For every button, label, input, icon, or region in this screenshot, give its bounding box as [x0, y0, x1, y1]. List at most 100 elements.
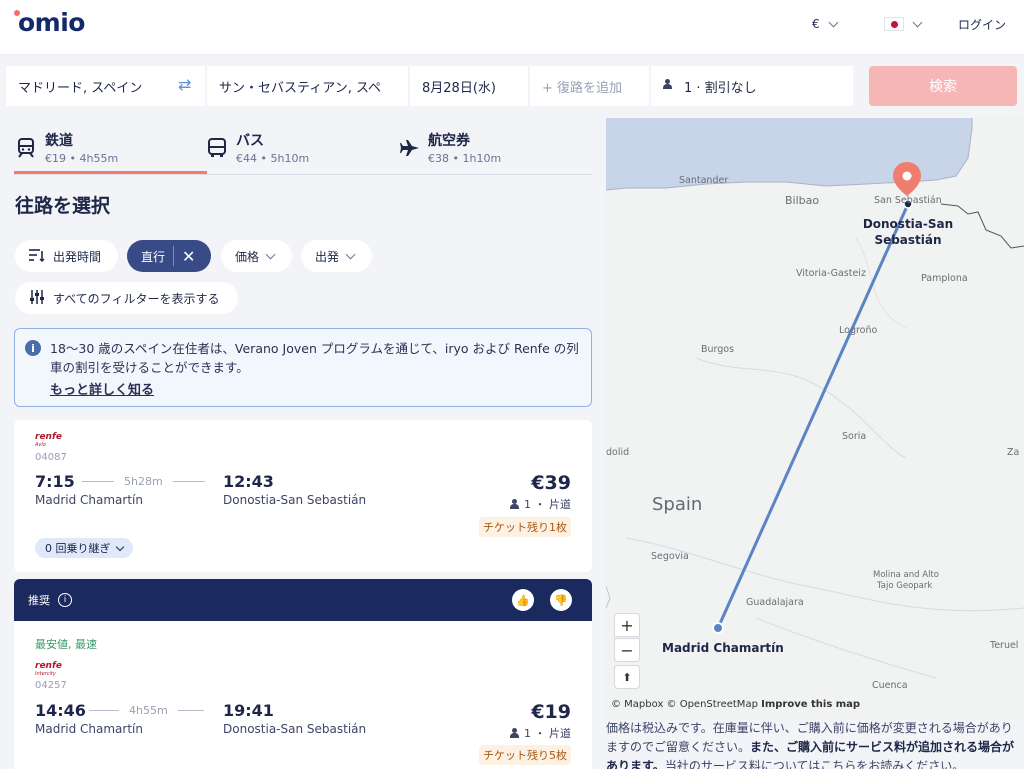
stops-toggle[interactable]: 0 回乗り継ぎ	[35, 538, 133, 558]
tab-flight[interactable]: 航空券 €38 • 1h10m	[400, 118, 580, 174]
arrival-station: Donostia-San Sebastián	[223, 493, 367, 507]
map-label: San Sebastián	[874, 195, 942, 206]
price-filter-chip[interactable]: 価格	[221, 240, 292, 272]
tab-bus[interactable]: バス €44 • 5h10m	[208, 118, 388, 174]
tab-train-label: 鉄道	[45, 133, 73, 149]
info-icon: i	[25, 340, 41, 356]
chevron-down-icon	[828, 17, 839, 27]
brand-name: renfe	[35, 661, 62, 671]
swap-icon[interactable]: ⇄	[178, 75, 191, 94]
tab-divider	[14, 174, 592, 175]
map-label: dolid	[606, 447, 630, 458]
thumbs-down-icon[interactable]: 👎	[550, 589, 572, 611]
person-icon	[510, 728, 519, 738]
map-label: Cuenca	[872, 680, 908, 691]
recommended-label: 推奨 i	[28, 592, 72, 608]
map-label: Teruel	[990, 640, 1019, 651]
map-label: Guadalajara	[746, 597, 804, 608]
duration-line	[177, 710, 204, 711]
map-label: Za	[1007, 447, 1020, 458]
map-label: Pamplona	[921, 273, 968, 284]
search-button[interactable]: 検索	[869, 66, 1017, 106]
filter-sliders-icon	[29, 289, 45, 307]
login-link[interactable]: ログイン	[958, 14, 1006, 34]
arrival-time: 19:41	[223, 701, 274, 720]
train-number: 04257	[35, 680, 67, 691]
departure-filter-label: 出発	[315, 249, 340, 264]
airplane-icon	[400, 139, 420, 159]
departure-time: 7:15	[35, 472, 75, 491]
destination-label: Donostia-San Sebastián	[862, 216, 954, 248]
search-bar: マドリード, スペイン サン・セバスティアン, スペ 8月28日(水) + 復路…	[0, 55, 1024, 117]
learn-more-link[interactable]: もっと詳しく知る	[50, 379, 154, 398]
renfe-logo: renfe Avlo	[35, 432, 62, 448]
route-map[interactable]: Santander Bilbao San Sebastián Donostia-…	[606, 118, 1024, 719]
brand-sub: Avlo	[35, 442, 46, 448]
info-icon[interactable]: i	[58, 593, 72, 607]
duration-label: 4h55m	[129, 704, 168, 717]
japan-flag-icon	[884, 17, 904, 31]
arrival-station: Donostia-San Sebastián	[223, 722, 367, 736]
sort-icon	[29, 248, 45, 265]
info-text: 18〜30 歳のスペイン在住者は、Verano Joven プログラムを通じて、…	[50, 341, 579, 375]
thumbs-up-icon[interactable]: 👍	[512, 589, 534, 611]
chip-separator	[173, 246, 175, 266]
language-selector[interactable]	[884, 14, 923, 34]
tab-flight-label: 航空券	[428, 133, 470, 149]
direct-filter-chip[interactable]: 直行 ✕	[127, 240, 211, 272]
passengers-label: 1 · 割引なし	[684, 80, 757, 96]
currency-label: €	[812, 17, 820, 31]
zoom-in-button[interactable]: +	[614, 613, 640, 637]
destination-line2: Sebastián	[874, 233, 942, 247]
duration-line	[89, 710, 119, 711]
map-label: Soria	[842, 431, 867, 442]
map-label: Burgos	[701, 344, 735, 355]
result-card[interactable]: renfe Avlo 04087 7:15 5h28m 12:43 Madrid…	[14, 420, 592, 572]
compass-icon[interactable]: ⬆	[614, 665, 640, 689]
chevron-down-icon	[345, 249, 356, 259]
price: €19	[531, 701, 571, 723]
price: €39	[531, 472, 571, 494]
departure-time: 14:46	[35, 701, 86, 720]
chevron-down-icon	[265, 249, 276, 259]
departure-time-label: 出発時間	[53, 249, 102, 264]
cheapest-fastest-tag: 最安値, 最速	[35, 638, 97, 651]
all-filters-chip[interactable]: すべてのフィルターを表示する	[15, 282, 238, 314]
zoom-out-button[interactable]: −	[614, 638, 640, 662]
chevron-down-icon	[115, 542, 124, 551]
map-label: Logroño	[839, 325, 878, 336]
brand-name: renfe	[35, 432, 62, 442]
date-field[interactable]: 8月28日(水)	[410, 66, 528, 106]
destination-field[interactable]: サン・セバスティアン, スペ	[207, 66, 408, 106]
brand-sub: Intercity	[35, 671, 56, 677]
duration: 4h55m	[89, 704, 204, 717]
duration-line	[172, 481, 205, 482]
departure-time-sort-chip[interactable]: 出発時間	[15, 240, 118, 272]
departure-station: Madrid Chamartín	[35, 493, 143, 507]
disclaimer-part3[interactable]: 当社のサービス料についてはこちらをお読みください。	[665, 759, 964, 769]
map-label: Santander	[679, 175, 729, 186]
departure-station: Madrid Chamartín	[35, 722, 143, 736]
departure-filter-chip[interactable]: 出発	[301, 240, 372, 272]
close-icon[interactable]: ✕	[182, 247, 195, 266]
attribution-text[interactable]: © Mapbox © OpenStreetMap	[611, 699, 758, 710]
tab-train[interactable]: 鉄道 €19 • 4h55m	[17, 118, 197, 174]
return-date-field[interactable]: + 復路を追加	[530, 66, 649, 106]
stops-label: 0 回乗り継ぎ	[45, 542, 111, 555]
map-label: Vitoria-Gasteiz	[796, 268, 866, 279]
duration-label: 5h28m	[124, 475, 163, 488]
transport-tabs: 鉄道 €19 • 4h55m バス €44 • 5h10m 航空券 €38 • …	[0, 118, 606, 176]
tab-bus-label: バス	[236, 133, 264, 149]
recommended-text: 推奨	[28, 594, 50, 607]
train-number: 04087	[35, 452, 67, 463]
currency-selector[interactable]: €	[812, 14, 839, 34]
seats-left-badge: チケット残り1枚	[479, 517, 571, 537]
map-label: Tajo Geopark	[877, 581, 933, 591]
improve-map-link[interactable]: Improve this map	[761, 699, 860, 710]
origin-field[interactable]: マドリード, スペイン	[6, 66, 205, 106]
passengers-field[interactable]: 1 · 割引なし	[651, 66, 853, 106]
bus-icon	[208, 138, 228, 158]
result-card[interactable]: 最安値, 最速 renfe Intercity 04257 14:46 4h55…	[14, 621, 592, 769]
country-label: Spain	[652, 494, 703, 515]
price-filter-label: 価格	[235, 249, 260, 264]
